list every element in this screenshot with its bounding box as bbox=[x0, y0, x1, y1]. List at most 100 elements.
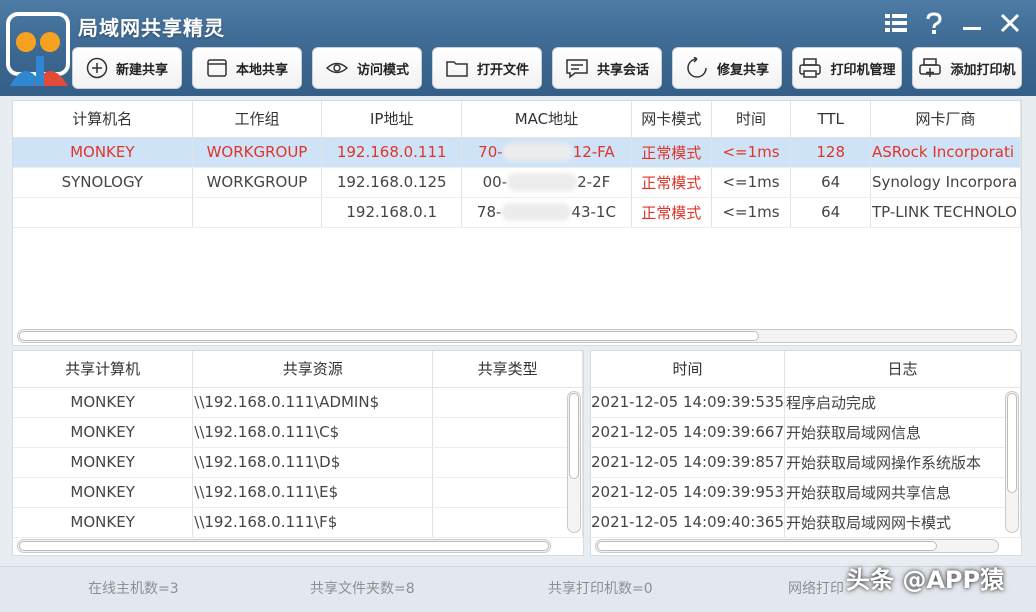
table-row[interactable]: 2021-12-05 14:09:39:953 开始获取局域网共享信息 bbox=[591, 477, 1021, 508]
col-computer-name[interactable]: 计算机名 bbox=[13, 101, 193, 138]
table-row[interactable]: 2021-12-05 14:09:39:857 开始获取局域网操作系统版本 bbox=[591, 447, 1021, 478]
window-controls bbox=[884, 10, 1022, 36]
cell-log-msg: 开始获取局域网信息 bbox=[784, 417, 1021, 448]
share-session-button[interactable]: 共享会话 bbox=[552, 47, 662, 89]
table-row[interactable]: 192.168.0.1 78- 43-1C 正常模式 <=1ms 64 TP-LI… bbox=[13, 197, 1021, 228]
add-printer-button[interactable]: 添加打印机 bbox=[912, 47, 1022, 89]
col-share-resource[interactable]: 共享资源 bbox=[192, 351, 434, 388]
hosts-table: 计算机名 工作组 IP地址 MAC地址 网卡模式 时间 TTL 网卡厂商 MON… bbox=[13, 101, 1021, 228]
close-button[interactable] bbox=[998, 10, 1022, 36]
open-file-label: 打开文件 bbox=[476, 62, 529, 78]
table-row[interactable]: 2021-12-05 14:09:39:535 程序启动完成 bbox=[591, 387, 1021, 418]
shares-header-row: 共享计算机 共享资源 共享类型 bbox=[13, 351, 583, 388]
cell-time: <=1ms bbox=[711, 167, 792, 198]
cell-path: \\192.168.0.111\D$ bbox=[192, 447, 434, 478]
cell-ip: 192.168.0.1 bbox=[321, 197, 463, 228]
share-session-label: 共享会话 bbox=[596, 62, 649, 78]
col-share-host[interactable]: 共享计算机 bbox=[13, 351, 194, 388]
cell-ttl: 128 bbox=[790, 137, 871, 168]
log-hscrollbar[interactable] bbox=[595, 539, 999, 553]
log-vscrollbar[interactable] bbox=[1005, 391, 1019, 533]
local-share-button[interactable]: 本地共享 bbox=[192, 47, 302, 89]
mac-redaction bbox=[502, 143, 573, 162]
repair-share-button[interactable]: 修复共享 bbox=[672, 47, 782, 89]
table-row[interactable]: MONKEY \\192.168.0.111\ADMIN$ bbox=[13, 387, 583, 418]
menu-list-button[interactable] bbox=[884, 10, 908, 36]
help-button[interactable] bbox=[922, 10, 946, 36]
status-network-printers: 网络打印 bbox=[788, 581, 844, 597]
table-row[interactable]: SYNOLOGY WORKGROUP 192.168.0.125 00- 2-2F… bbox=[13, 167, 1021, 198]
col-nic-mode[interactable]: 网卡模式 bbox=[631, 101, 712, 138]
col-vendor[interactable]: 网卡厂商 bbox=[870, 101, 1021, 138]
repair-share-label: 修复共享 bbox=[716, 62, 769, 78]
mac-redaction bbox=[501, 203, 572, 222]
log-table: 时间 日志 2021-12-05 14:09:39:535 程序启动完成 202… bbox=[591, 351, 1021, 538]
shares-vscrollbar[interactable] bbox=[567, 391, 581, 533]
table-row[interactable]: MONKEY \\192.168.0.111\F$ bbox=[13, 507, 583, 538]
printer-icon bbox=[799, 58, 822, 78]
cell-mode: 正常模式 bbox=[631, 137, 712, 168]
cell-host: MONKEY bbox=[13, 387, 194, 418]
cell-log-msg: 开始获取局域网网卡模式 bbox=[784, 507, 1021, 538]
cell-log-time: 2021-12-05 14:09:39:535 bbox=[591, 387, 785, 418]
mac-prefix: 00- bbox=[482, 172, 508, 191]
col-log-msg[interactable]: 日志 bbox=[784, 351, 1021, 388]
cell-mac: 78- 43-1C bbox=[461, 197, 632, 228]
printer-manage-button[interactable]: 打印机管理 bbox=[792, 47, 902, 89]
status-shared-printers: 共享打印机数=0 bbox=[548, 581, 653, 597]
shares-hscrollbar[interactable] bbox=[17, 539, 551, 553]
cell-type bbox=[432, 477, 583, 508]
cell-path: \\192.168.0.111\ADMIN$ bbox=[192, 387, 434, 418]
col-ip[interactable]: IP地址 bbox=[321, 101, 463, 138]
table-row[interactable]: 2021-12-05 14:09:39:667 开始获取局域网信息 bbox=[591, 417, 1021, 448]
cell-vendor: ASRock Incorporati bbox=[870, 137, 1021, 168]
cell-mac: 70- 12-FA bbox=[461, 137, 632, 168]
table-row[interactable]: 2021-12-05 14:09:40:365 开始获取局域网网卡模式 bbox=[591, 507, 1021, 538]
col-share-type[interactable]: 共享类型 bbox=[432, 351, 583, 388]
col-ttl[interactable]: TTL bbox=[790, 101, 871, 138]
app-title: 局域网共享精灵 bbox=[78, 16, 225, 40]
open-file-button[interactable]: 打开文件 bbox=[432, 47, 542, 89]
cell-name: MONKEY bbox=[13, 137, 193, 168]
cell-group: WORKGROUP bbox=[192, 137, 323, 168]
access-mode-button[interactable]: 访问模式 bbox=[312, 47, 422, 89]
new-share-button[interactable]: 新建共享 bbox=[72, 47, 182, 89]
cell-log-msg: 开始获取局域网共享信息 bbox=[784, 477, 1021, 508]
mac-redaction bbox=[507, 173, 578, 192]
log-panel: 时间 日志 2021-12-05 14:09:39:535 程序启动完成 202… bbox=[590, 350, 1022, 556]
cell-group bbox=[192, 197, 323, 228]
mac-prefix: 78- bbox=[476, 202, 502, 221]
table-row[interactable]: MONKEY \\192.168.0.111\E$ bbox=[13, 477, 583, 508]
folder-icon bbox=[446, 61, 468, 77]
watermark-text: 头条 @APP猿 bbox=[846, 566, 1005, 594]
hosts-hscroll-thumb[interactable] bbox=[19, 331, 759, 341]
minimize-button[interactable] bbox=[960, 10, 984, 36]
cell-time: <=1ms bbox=[711, 137, 792, 168]
col-workgroup[interactable]: 工作组 bbox=[192, 101, 323, 138]
cell-log-msg: 开始获取局域网操作系统版本 bbox=[784, 447, 1021, 478]
cell-ip: 192.168.0.125 bbox=[321, 167, 463, 198]
cell-vendor: TP-LINK TECHNOLO bbox=[870, 197, 1021, 228]
mac-suffix: 43-1C bbox=[571, 202, 616, 221]
log-header-row: 时间 日志 bbox=[591, 351, 1021, 388]
shares-vscroll-thumb[interactable] bbox=[569, 393, 579, 479]
chat-icon bbox=[566, 59, 588, 79]
col-log-time[interactable]: 时间 bbox=[591, 351, 785, 388]
app-logo-icon bbox=[6, 12, 70, 86]
shares-hscroll-thumb[interactable] bbox=[19, 541, 549, 551]
table-row[interactable]: MONKEY \\192.168.0.111\C$ bbox=[13, 417, 583, 448]
shares-panel: 共享计算机 共享资源 共享类型 MONKEY \\192.168.0.111\A… bbox=[12, 350, 584, 556]
mac-suffix: 2-2F bbox=[577, 172, 611, 191]
col-mac[interactable]: MAC地址 bbox=[461, 101, 632, 138]
table-row[interactable]: MONKEY \\192.168.0.111\D$ bbox=[13, 447, 583, 478]
log-vscroll-thumb[interactable] bbox=[1007, 393, 1017, 493]
plus-circle-icon bbox=[86, 57, 108, 79]
eye-icon bbox=[325, 62, 349, 74]
hosts-hscrollbar[interactable] bbox=[17, 329, 1017, 343]
col-time[interactable]: 时间 bbox=[711, 101, 792, 138]
cell-mode: 正常模式 bbox=[631, 197, 712, 228]
log-hscroll-thumb[interactable] bbox=[597, 541, 937, 551]
cell-type bbox=[432, 447, 583, 478]
table-row[interactable]: MONKEY WORKGROUP 192.168.0.111 70- 12-FA … bbox=[13, 137, 1021, 168]
new-share-label: 新建共享 bbox=[115, 62, 168, 78]
